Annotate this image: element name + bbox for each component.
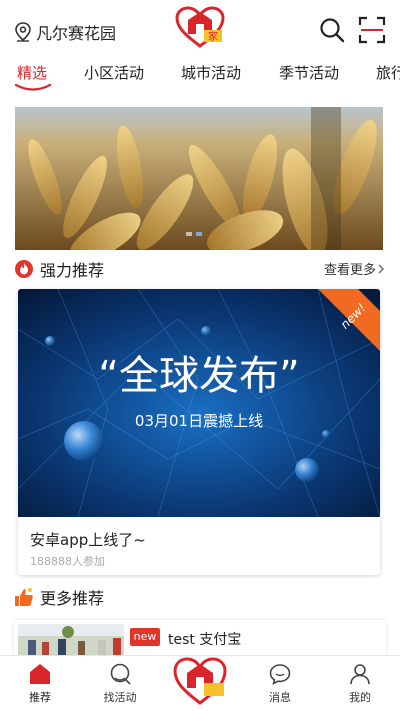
nav-messages[interactable]: 消息 <box>240 656 320 711</box>
center-logo-button[interactable] <box>172 657 228 707</box>
tab-featured[interactable]: 精选 <box>17 62 47 83</box>
location-selector[interactable]: 凡尔赛花园 <box>14 20 116 44</box>
thumbs-up-icon <box>15 588 33 606</box>
banner-pagination <box>186 232 202 236</box>
tab-community[interactable]: 小区活动 <box>84 62 144 83</box>
location-label: 凡尔赛花园 <box>36 24 117 43</box>
nav-label: 我的 <box>349 691 371 704</box>
tab-season[interactable]: 季节活动 <box>279 62 339 83</box>
pagination-dot-active[interactable] <box>196 232 202 236</box>
nav-label: 消息 <box>269 691 291 704</box>
card-headline: “全球发布” <box>98 353 299 399</box>
section-title: 强力推荐 <box>40 261 105 280</box>
card-title: 安卓app上线了~ <box>30 531 146 549</box>
message-icon <box>269 664 291 686</box>
list-item-thumbnail <box>18 624 124 656</box>
list-item-title: test 支付宝 <box>168 632 242 648</box>
category-tabs: 精选 小区活动 城市活动 季节活动 旅行 <box>0 58 400 94</box>
app-logo: 家 <box>175 6 225 48</box>
active-tab-indicator <box>14 83 52 91</box>
section-title: 更多推荐 <box>40 589 105 608</box>
home-icon <box>30 664 50 684</box>
section-header-more-recommend: 更多推荐 <box>14 584 104 610</box>
featured-card-image: “全球发布” 03月01日震撼上线 new! <box>18 289 380 517</box>
nav-label: 推荐 <box>29 691 51 704</box>
participant-count: 188888人参加 <box>30 555 105 568</box>
list-item[interactable]: new test 支付宝 <box>14 620 386 656</box>
location-pin-icon <box>15 22 31 42</box>
banner-wheat-image[interactable] <box>15 107 383 250</box>
scan-icon[interactable] <box>358 16 386 44</box>
nav-profile[interactable]: 我的 <box>320 656 400 711</box>
new-badge: new <box>130 628 160 646</box>
top-bar: 凡尔赛花园 家 <box>0 0 400 58</box>
tab-city[interactable]: 城市活动 <box>181 62 241 83</box>
chevron-right-icon <box>378 264 384 273</box>
section-header-strong-recommend: 强力推荐 <box>14 256 104 282</box>
featured-activity-card[interactable]: “全球发布” 03月01日震撼上线 new! 安卓app上线了~ 188888人… <box>18 289 380 575</box>
nav-label: 找活动 <box>103 691 137 704</box>
card-subline: 03月01日震撼上线 <box>135 412 263 430</box>
search-icon[interactable] <box>318 16 346 44</box>
nav-find-activity[interactable]: 找活动 <box>80 656 160 711</box>
nav-recommend[interactable]: 推荐 <box>0 656 80 711</box>
search-activity-icon <box>110 663 131 685</box>
see-more-label: 查看更多 <box>323 263 376 278</box>
logo-text: 家 <box>208 30 218 43</box>
tab-travel[interactable]: 旅行 <box>376 62 400 83</box>
user-icon <box>350 664 370 685</box>
flame-icon <box>15 260 33 278</box>
see-more-link[interactable]: 查看更多 <box>324 259 386 278</box>
pagination-dot[interactable] <box>186 232 192 236</box>
